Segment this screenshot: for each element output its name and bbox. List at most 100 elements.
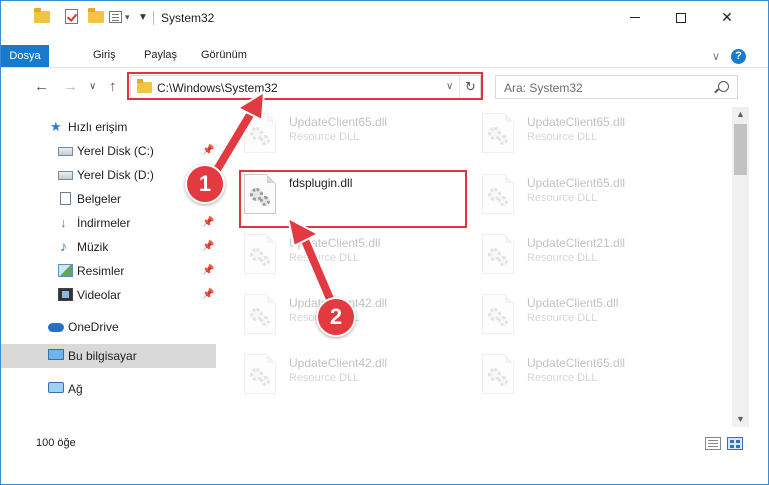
pin-icon[interactable]: 📌 — [202, 145, 214, 156]
navigation-pane: ★ Hızlı erişim Yerel Disk (C:) 📌 Yerel D… — [1, 107, 217, 427]
forward-arrow-icon[interactable]: → — [63, 78, 78, 95]
download-icon: ↓ — [60, 215, 67, 230]
file-type: Resource DLL — [289, 372, 360, 384]
sidebar-item-pictures[interactable]: Resimler 📌 — [1, 259, 216, 283]
file-tile[interactable]: UpdateClient5.dll Resource DLL — [471, 288, 706, 340]
sidebar-item-label: Ağ — [68, 382, 83, 396]
dll-file-icon — [482, 234, 516, 274]
sidebar-item-onedrive[interactable]: OneDrive — [1, 315, 216, 339]
sidebar-item-disk-c[interactable]: Yerel Disk (C:) 📌 — [1, 139, 216, 163]
network-icon — [48, 382, 64, 393]
sidebar-item-disk-d[interactable]: Yerel Disk (D:) — [1, 163, 216, 187]
scroll-thumb[interactable] — [734, 124, 747, 175]
sidebar-item-quick-access[interactable]: ★ Hızlı erişim — [1, 115, 216, 139]
status-bar: 100 öğe — [1, 433, 768, 455]
file-name: UpdateClient5.dll — [527, 296, 619, 310]
large-icons-view-icon[interactable] — [727, 437, 743, 450]
scroll-up-icon[interactable]: ▲ — [736, 109, 745, 119]
up-arrow-icon[interactable]: ↑ — [109, 78, 117, 95]
back-arrow-icon[interactable]: ← — [34, 78, 49, 95]
dll-file-icon — [244, 294, 278, 334]
dll-file-icon — [244, 354, 278, 394]
file-name: fdsplugin.dll — [289, 176, 353, 190]
file-name: UpdateClient5.dll — [289, 236, 381, 250]
search-icon[interactable] — [718, 81, 729, 92]
file-tile[interactable]: UpdateClient65.dll Resource DLL — [471, 168, 706, 220]
sidebar-item-music[interactable]: ♪ Müzik 📌 — [1, 235, 216, 259]
folder-icon — [34, 8, 50, 23]
file-name: UpdateClient65.dll — [289, 115, 388, 129]
address-path[interactable]: C:\Windows\System32 — [157, 81, 278, 95]
sidebar-item-this-pc[interactable]: Bu bilgisayar — [1, 344, 216, 368]
file-tile[interactable]: UpdateClient65.dll Resource DLL — [471, 107, 706, 159]
new-folder-icon[interactable] — [88, 8, 104, 23]
file-tile[interactable]: UpdateClient42.dll Resource DLL — [233, 348, 468, 400]
customize-toolbar-icon[interactable]: ▼ — [138, 12, 148, 23]
ribbon: Dosya Giriş Paylaş Görünüm ∨ ? — [1, 34, 768, 68]
video-icon — [58, 288, 73, 301]
sidebar-item-label: İndirmeler — [77, 216, 131, 230]
navigation-bar: ← → ∨ ↑ C:\Windows\System32 ∨ ↻ Ara: Sys… — [1, 69, 768, 105]
file-type: Resource DLL — [527, 312, 598, 324]
file-tile-fdsplugin[interactable]: fdsplugin.dll — [233, 168, 468, 220]
file-tile[interactable]: UpdateClient5.dll Resource DLL — [233, 228, 468, 280]
quick-access-properties-icon[interactable] — [109, 11, 122, 23]
file-tile[interactable]: UpdateClient65.dll Resource DLL — [233, 107, 468, 159]
tab-gorunum[interactable]: Görünüm — [193, 45, 255, 66]
sidebar-item-label: Videolar — [77, 288, 121, 302]
dll-file-icon — [244, 113, 278, 153]
file-type: Resource DLL — [289, 312, 360, 324]
minimize-button[interactable] — [612, 1, 658, 34]
file-type: Resource DLL — [527, 252, 598, 264]
sidebar-item-label: Resimler — [77, 264, 125, 278]
file-type: Resource DLL — [527, 131, 598, 143]
pin-icon[interactable]: 📌 — [202, 289, 214, 300]
sidebar-item-label: Müzik — [77, 240, 109, 254]
file-list: UpdateClient65.dll Resource DLL UpdateCl… — [233, 107, 733, 427]
window-title: System32 — [161, 11, 215, 25]
maximize-button[interactable] — [658, 1, 704, 34]
file-name: UpdateClient21.dll — [527, 236, 626, 250]
pin-icon[interactable]: 📌 — [202, 265, 214, 276]
pin-icon[interactable]: 📌 — [202, 241, 214, 252]
scroll-down-icon[interactable]: ▼ — [736, 414, 745, 424]
pin-icon[interactable]: 📌 — [202, 217, 214, 228]
sidebar-item-downloads[interactable]: ↓ İndirmeler 📌 — [1, 211, 216, 235]
address-bar[interactable]: C:\Windows\System32 ∨ ↻ — [130, 75, 481, 99]
sidebar-item-videos[interactable]: Videolar 📌 — [1, 283, 216, 307]
search-placeholder[interactable]: Ara: System32 — [504, 81, 583, 95]
tab-paylas[interactable]: Paylaş — [136, 45, 185, 66]
quick-access-arrow-icon[interactable]: ▾ — [125, 12, 130, 23]
file-name: UpdateClient65.dll — [527, 115, 626, 129]
explorer-window: ▾ ▼ System32 ✕ Dosya Giriş Paylaş Görünü… — [0, 0, 769, 485]
file-tile[interactable]: UpdateClient21.dll Resource DLL — [471, 228, 706, 280]
close-button[interactable]: ✕ — [704, 1, 750, 34]
tab-giris[interactable]: Giriş — [85, 45, 124, 66]
file-name: UpdateClient42.dll — [289, 296, 388, 310]
music-icon: ♪ — [60, 238, 67, 254]
expand-ribbon-icon[interactable]: ∨ — [712, 50, 720, 63]
sidebar-item-label: Yerel Disk (C:) — [77, 144, 154, 158]
tab-dosya[interactable]: Dosya — [1, 45, 49, 67]
refresh-icon[interactable]: ↻ — [459, 76, 481, 98]
file-tile[interactable]: UpdateClient65.dll Resource DLL — [471, 348, 706, 400]
sidebar-item-network[interactable]: Ağ — [1, 377, 216, 401]
address-dropdown-icon[interactable]: ∨ — [446, 81, 453, 92]
file-tile[interactable]: UpdateClient42.dll Resource DLL — [233, 288, 468, 340]
pin-icon[interactable]: 📌 — [202, 193, 214, 204]
dll-file-icon — [482, 354, 516, 394]
details-view-icon[interactable] — [705, 437, 721, 450]
recent-locations-icon[interactable]: ∨ — [89, 81, 96, 92]
item-count: 100 öğe — [36, 437, 76, 449]
help-icon[interactable]: ? — [731, 49, 746, 64]
drive-icon — [58, 147, 73, 156]
star-icon: ★ — [50, 119, 62, 134]
address-folder-icon — [137, 79, 152, 93]
properties-check-icon[interactable] — [65, 9, 78, 24]
sidebar-item-label: Belgeler — [77, 192, 122, 206]
sidebar-item-documents[interactable]: Belgeler 📌 — [1, 187, 216, 211]
vertical-scrollbar[interactable]: ▲ ▼ — [732, 107, 749, 427]
sidebar-item-label: OneDrive — [68, 320, 119, 334]
file-name: UpdateClient42.dll — [289, 356, 388, 370]
search-box[interactable]: Ara: System32 — [495, 75, 738, 99]
